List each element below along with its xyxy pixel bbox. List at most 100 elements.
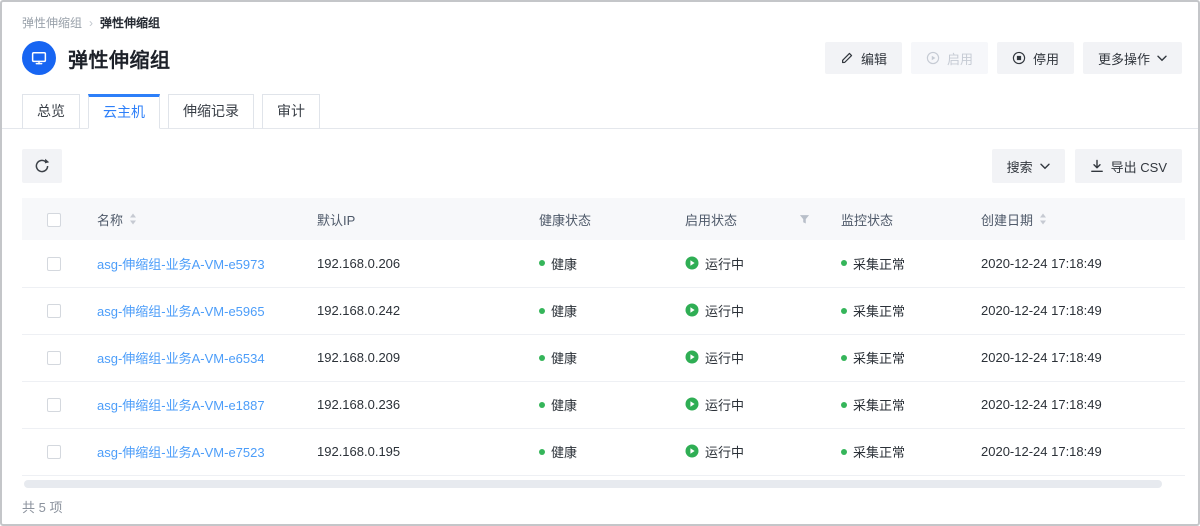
vm-created-date: 2020-12-24 17:18:49 [966, 381, 1185, 428]
health-status: 健康 [539, 348, 577, 367]
vm-name-link[interactable]: asg-伸缩组-业务A-VM-e5965 [97, 304, 265, 319]
breadcrumb-separator: › [89, 16, 93, 30]
running-play-icon [685, 303, 699, 317]
monitor-icon [22, 41, 56, 75]
stop-circle-icon [1012, 51, 1026, 65]
health-status: 健康 [539, 395, 577, 414]
table-header-row: 名称 默认IP 健康状态 启用状态 [22, 198, 1185, 240]
table-row[interactable]: asg-伸缩组-业务A-VM-e6534 192.168.0.209 健康 运行… [22, 334, 1185, 381]
sort-icon[interactable] [129, 213, 137, 225]
monitor-status: 采集正常 [841, 442, 905, 461]
column-header-created-date[interactable]: 创建日期 [981, 210, 1033, 229]
monitor-dot-icon [841, 260, 847, 266]
running-play-icon [685, 256, 699, 270]
health-dot-icon [539, 355, 545, 361]
chevron-down-icon [1040, 163, 1050, 170]
health-dot-icon [539, 260, 545, 266]
breadcrumb: 弹性伸缩组 › 弹性伸缩组 [22, 14, 1178, 31]
health-dot-icon [539, 308, 545, 314]
total-count: 共 5 项 [22, 497, 1178, 516]
column-header-name[interactable]: 名称 [97, 210, 123, 229]
column-header-enable-status: 启用状态 [685, 210, 737, 229]
vm-name-link[interactable]: asg-伸缩组-业务A-VM-e1887 [97, 398, 265, 413]
vm-name-link[interactable]: asg-伸缩组-业务A-VM-e7523 [97, 445, 265, 460]
health-status: 健康 [539, 442, 577, 461]
vm-ip: 192.168.0.195 [302, 428, 524, 475]
edit-button[interactable]: 编辑 [825, 42, 902, 74]
row-checkbox[interactable] [47, 351, 61, 365]
tab-cloud-hosts[interactable]: 云主机 [88, 94, 160, 129]
table-body: asg-伸缩组-业务A-VM-e5973 192.168.0.206 健康 运行… [22, 240, 1185, 475]
row-checkbox[interactable] [47, 445, 61, 459]
vm-table: 名称 默认IP 健康状态 启用状态 [22, 198, 1185, 476]
vm-ip: 192.168.0.242 [302, 287, 524, 334]
export-csv-button[interactable]: 导出 CSV [1075, 149, 1182, 183]
select-all-checkbox[interactable] [47, 213, 61, 227]
vm-created-date: 2020-12-24 17:18:49 [966, 287, 1185, 334]
page-title: 弹性伸缩组 [68, 44, 171, 73]
monitor-dot-icon [841, 308, 847, 314]
vm-created-date: 2020-12-24 17:18:49 [966, 334, 1185, 381]
monitor-status: 采集正常 [841, 395, 905, 414]
enable-status: 运行中 [685, 301, 744, 320]
list-toolbar: 搜索 导出 CSV [22, 149, 1182, 183]
tab-scaling-records[interactable]: 伸缩记录 [168, 94, 254, 129]
row-checkbox[interactable] [47, 398, 61, 412]
vm-ip: 192.168.0.236 [302, 381, 524, 428]
monitor-dot-icon [841, 355, 847, 361]
table-row[interactable]: asg-伸缩组-业务A-VM-e1887 192.168.0.236 健康 运行… [22, 381, 1185, 428]
more-actions-button[interactable]: 更多操作 [1083, 42, 1182, 74]
horizontal-scrollbar[interactable] [24, 480, 1162, 488]
elastic-scaling-group-page: 弹性伸缩组 › 弹性伸缩组 弹性伸缩组 编辑 [0, 0, 1200, 526]
breadcrumb-item-current: 弹性伸缩组 [100, 14, 160, 31]
tab-audit[interactable]: 审计 [262, 94, 320, 129]
toolbar-right-group: 搜索 导出 CSV [992, 149, 1182, 183]
health-dot-icon [539, 449, 545, 455]
tab-bar: 总览 云主机 伸缩记录 审计 [2, 94, 1198, 129]
enable-status: 运行中 [685, 348, 744, 367]
sort-icon[interactable] [1039, 213, 1047, 225]
running-play-icon [685, 444, 699, 458]
vm-ip: 192.168.0.209 [302, 334, 524, 381]
page-header: 弹性伸缩组 编辑 启用 停用 [22, 40, 1182, 76]
chevron-down-icon [1157, 55, 1167, 62]
enable-status: 运行中 [685, 254, 744, 273]
enable-status: 运行中 [685, 442, 744, 461]
health-dot-icon [539, 402, 545, 408]
disable-button[interactable]: 停用 [997, 42, 1074, 74]
vm-ip: 192.168.0.206 [302, 240, 524, 287]
monitor-dot-icon [841, 402, 847, 408]
enable-status: 运行中 [685, 395, 744, 414]
tab-overview[interactable]: 总览 [22, 94, 80, 129]
column-header-default-ip: 默认IP [317, 213, 355, 228]
table-row[interactable]: asg-伸缩组-业务A-VM-e7523 192.168.0.195 健康 运行… [22, 428, 1185, 475]
monitor-status: 采集正常 [841, 254, 905, 273]
download-icon [1090, 159, 1104, 173]
refresh-button[interactable] [22, 149, 62, 183]
monitor-status: 采集正常 [841, 301, 905, 320]
monitor-dot-icon [841, 449, 847, 455]
column-header-monitor-status: 监控状态 [841, 213, 893, 228]
table-row[interactable]: asg-伸缩组-业务A-VM-e5965 192.168.0.242 健康 运行… [22, 287, 1185, 334]
refresh-icon [34, 158, 50, 174]
page-actions: 编辑 启用 停用 更多操作 [825, 42, 1182, 74]
table-row[interactable]: asg-伸缩组-业务A-VM-e5973 192.168.0.206 健康 运行… [22, 240, 1185, 287]
column-header-health-status: 健康状态 [539, 213, 591, 228]
health-status: 健康 [539, 254, 577, 273]
running-play-icon [685, 350, 699, 364]
vm-name-link[interactable]: asg-伸缩组-业务A-VM-e5973 [97, 257, 265, 272]
row-checkbox[interactable] [47, 257, 61, 271]
play-circle-icon [926, 51, 940, 65]
filter-icon[interactable] [799, 214, 810, 225]
enable-button[interactable]: 启用 [911, 42, 988, 74]
row-checkbox[interactable] [47, 304, 61, 318]
pencil-icon [840, 51, 854, 65]
breadcrumb-item[interactable]: 弹性伸缩组 [22, 14, 82, 31]
health-status: 健康 [539, 301, 577, 320]
vm-created-date: 2020-12-24 17:18:49 [966, 428, 1185, 475]
monitor-status: 采集正常 [841, 348, 905, 367]
search-dropdown-button[interactable]: 搜索 [992, 149, 1065, 183]
vm-created-date: 2020-12-24 17:18:49 [966, 240, 1185, 287]
running-play-icon [685, 397, 699, 411]
vm-name-link[interactable]: asg-伸缩组-业务A-VM-e6534 [97, 351, 265, 366]
